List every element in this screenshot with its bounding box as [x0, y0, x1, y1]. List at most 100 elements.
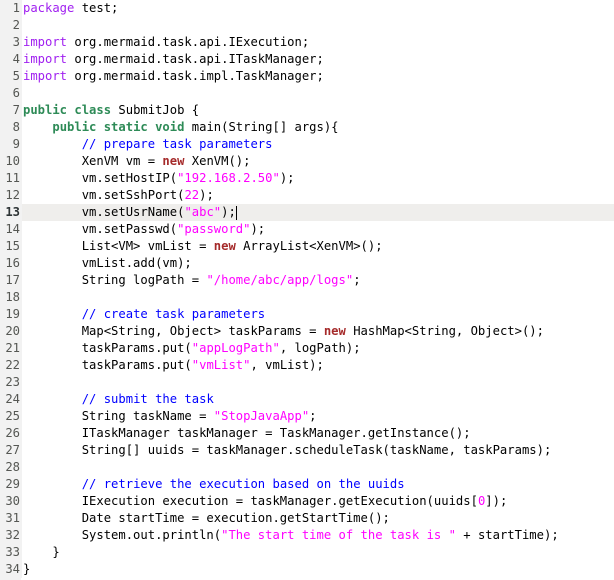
code-content[interactable]: import org.mermaid.task.api.IExecution; — [22, 34, 614, 51]
code-line[interactable]: 28 — [0, 459, 614, 476]
code-line[interactable]: 11 vm.setHostIP("192.168.2.50"); — [0, 170, 614, 187]
code-line[interactable]: 33 } — [0, 544, 614, 561]
string-literal: "abc" — [184, 205, 222, 219]
code-line[interactable]: 23 — [0, 374, 614, 391]
line-number: 26 — [0, 425, 22, 442]
code-line[interactable]: 3 import org.mermaid.task.api.IExecution; — [0, 34, 614, 51]
code-line[interactable]: 19 // create task parameters — [0, 306, 614, 323]
modifier-token: public class — [23, 103, 112, 117]
code-content[interactable]: // submit the task — [22, 391, 614, 408]
code-content[interactable]: Date startTime = execution.getStartTime(… — [22, 510, 614, 527]
code-content[interactable]: } — [22, 544, 614, 561]
code-text: ); — [279, 171, 295, 185]
code-content[interactable]: vm.setPasswd("password"); — [22, 221, 614, 238]
number-literal: 22 — [184, 188, 200, 202]
new-keyword-token: new — [213, 239, 236, 253]
code-text: List<VM> vmList = — [23, 239, 214, 253]
code-line[interactable]: 18 — [0, 289, 614, 306]
line-number: 14 — [0, 221, 22, 238]
code-content[interactable]: package test; — [22, 0, 614, 17]
code-content[interactable] — [22, 374, 614, 391]
code-line[interactable]: 8 public static void main(String[] args)… — [0, 119, 614, 136]
code-line[interactable]: 27 String[] uuids = taskManager.schedule… — [0, 442, 614, 459]
code-content[interactable]: String taskName = "StopJavaApp"; — [22, 408, 614, 425]
line-number: 25 — [0, 408, 22, 425]
line-number: 20 — [0, 323, 22, 340]
code-content[interactable]: taskParams.put("appLogPath", logPath); — [22, 340, 614, 357]
code-line[interactable]: 24 // submit the task — [0, 391, 614, 408]
code-content[interactable]: List<VM> vmList = new ArrayList<XenVM>()… — [22, 238, 614, 255]
code-content[interactable] — [22, 459, 614, 476]
code-content[interactable]: String[] uuids = taskManager.scheduleTas… — [22, 442, 614, 459]
string-literal: "StopJavaApp" — [213, 409, 310, 423]
code-line-current[interactable]: 13 vm.setUsrName("abc"); — [0, 204, 614, 221]
code-text: SubmitJob { — [111, 103, 200, 117]
code-content[interactable]: // prepare task parameters — [22, 136, 614, 153]
comment: // submit the task — [81, 392, 214, 406]
code-content[interactable]: vm.setUsrName("abc"); — [22, 204, 614, 221]
code-line[interactable]: 16 vmList.add(vm); — [0, 255, 614, 272]
code-line[interactable]: 12 vm.setSshPort(22); — [0, 187, 614, 204]
code-line[interactable]: 1 package test; — [0, 0, 614, 17]
string-literal: "The start time of the task is " — [221, 528, 456, 542]
line-number: 31 — [0, 510, 22, 527]
code-content[interactable]: IExecution execution = taskManager.getEx… — [22, 493, 614, 510]
code-line[interactable]: 2 — [0, 17, 614, 34]
code-line[interactable]: 31 Date startTime = execution.getStartTi… — [0, 510, 614, 527]
code-line[interactable]: 10 XenVM vm = new XenVM(); — [0, 153, 614, 170]
code-line[interactable]: 17 String logPath = "/home/abc/app/logs"… — [0, 272, 614, 289]
code-line[interactable]: 4 import org.mermaid.task.api.ITaskManage… — [0, 51, 614, 68]
code-content[interactable]: vm.setSshPort(22); — [22, 187, 614, 204]
code-line[interactable]: 34} — [0, 561, 614, 578]
code-line[interactable]: 30 IExecution execution = taskManager.ge… — [0, 493, 614, 510]
line-number: 19 — [0, 306, 22, 323]
code-content[interactable] — [22, 85, 614, 102]
code-line[interactable]: 25 String taskName = "StopJavaApp"; — [0, 408, 614, 425]
comment: // create task parameters — [81, 307, 266, 321]
code-content[interactable]: vmList.add(vm); — [22, 255, 614, 272]
line-number: 7 — [0, 102, 22, 119]
string-literal: "appLogPath" — [191, 341, 280, 355]
code-content[interactable]: public static void main(String[] args){ — [22, 119, 614, 136]
code-line[interactable]: 32 System.out.println("The start time of… — [0, 527, 614, 544]
code-line[interactable]: 20 Map<String, Object> taskParams = new … — [0, 323, 614, 340]
code-text: ; — [353, 273, 361, 287]
modifier-token: public static void — [52, 120, 185, 134]
code-content[interactable]: import org.mermaid.task.api.ITaskManager… — [22, 51, 614, 68]
code-line[interactable]: 7 public class SubmitJob { — [0, 102, 614, 119]
code-text: test; — [74, 1, 119, 15]
code-text: vmList.add(vm); — [23, 256, 192, 270]
code-line[interactable]: 21 taskParams.put("appLogPath", logPath)… — [0, 340, 614, 357]
code-text: String logPath = — [23, 273, 207, 287]
line-number: 3 — [0, 34, 22, 51]
line-number: 23 — [0, 374, 22, 391]
code-content[interactable]: vm.setHostIP("192.168.2.50"); — [22, 170, 614, 187]
code-content[interactable]: XenVM vm = new XenVM(); — [22, 153, 614, 170]
line-number: 21 — [0, 340, 22, 357]
code-content[interactable]: } — [22, 561, 614, 578]
code-content[interactable]: ITaskManager taskManager = TaskManager.g… — [22, 425, 614, 442]
line-number: 33 — [0, 544, 22, 561]
code-editor[interactable]: 1 package test; 2 3 import org.mermaid.task.… — [0, 0, 614, 580]
code-content[interactable]: // retrieve the execution based on the u… — [22, 476, 614, 493]
code-line[interactable]: 6 — [0, 85, 614, 102]
code-content[interactable]: System.out.println("The start time of th… — [22, 527, 614, 544]
code-line[interactable]: 22 taskParams.put("vmList", vmList); — [0, 357, 614, 374]
code-line[interactable]: 14 vm.setPasswd("password"); — [0, 221, 614, 238]
code-content[interactable]: public class SubmitJob { — [22, 102, 614, 119]
code-content[interactable] — [22, 17, 614, 34]
code-content[interactable]: taskParams.put("vmList", vmList); — [22, 357, 614, 374]
code-line[interactable]: 9 // prepare task parameters — [0, 136, 614, 153]
code-content[interactable] — [22, 289, 614, 306]
code-line[interactable]: 26 ITaskManager taskManager = TaskManage… — [0, 425, 614, 442]
code-lines[interactable]: 1 package test; 2 3 import org.mermaid.task.… — [0, 0, 614, 578]
code-content[interactable]: import org.mermaid.task.impl.TaskManager… — [22, 68, 614, 85]
string-literal: "vmList" — [191, 358, 251, 372]
code-text: org.mermaid.task.api.ITaskManager; — [67, 52, 324, 66]
code-line[interactable]: 15 List<VM> vmList = new ArrayList<XenVM… — [0, 238, 614, 255]
code-content[interactable]: // create task parameters — [22, 306, 614, 323]
code-content[interactable]: Map<String, Object> taskParams = new Has… — [22, 323, 614, 340]
code-line[interactable]: 29 // retrieve the execution based on th… — [0, 476, 614, 493]
code-line[interactable]: 5 import org.mermaid.task.impl.TaskManage… — [0, 68, 614, 85]
code-content[interactable]: String logPath = "/home/abc/app/logs"; — [22, 272, 614, 289]
